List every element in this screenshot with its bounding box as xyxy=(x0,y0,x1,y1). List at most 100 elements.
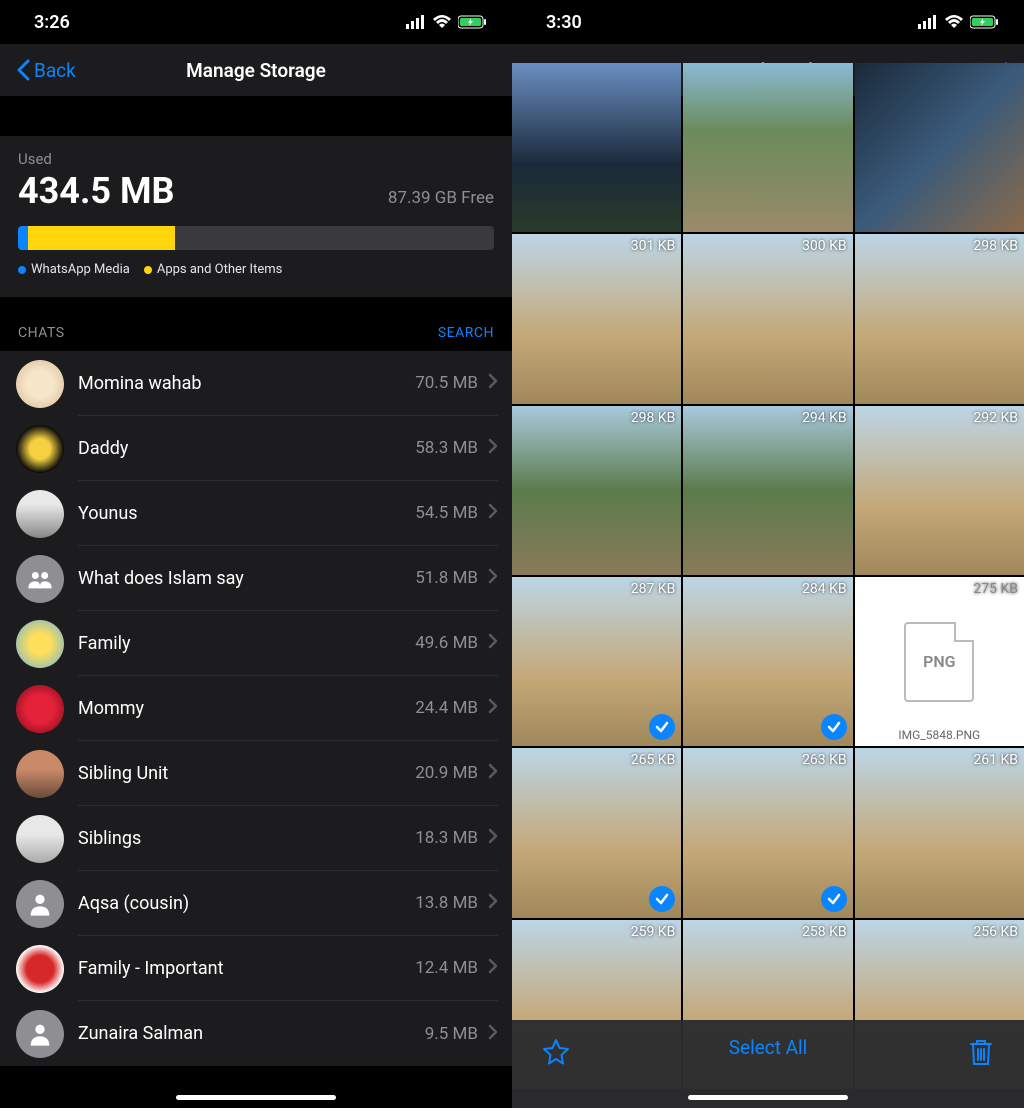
chat-row[interactable]: Family - Important 12.4 MB xyxy=(0,936,512,1001)
status-bar: 3:30 xyxy=(512,0,1024,44)
nav-bar: Back Manage Storage xyxy=(0,44,512,96)
avatar xyxy=(16,685,64,733)
legend-item-whatsapp: WhatsApp Media xyxy=(18,262,130,277)
chat-name: Momina wahab xyxy=(78,373,201,394)
back-button[interactable]: Back xyxy=(16,59,76,82)
chat-size: 24.4 MB xyxy=(415,698,478,718)
legend: WhatsApp Media Apps and Other Items xyxy=(18,262,494,277)
chevron-right-icon xyxy=(488,763,498,783)
chat-name: Aqsa (cousin) xyxy=(78,893,189,914)
avatar xyxy=(16,620,64,668)
avatar xyxy=(16,1010,64,1058)
chevron-right-icon xyxy=(488,1024,498,1044)
used-value: 434.5 MB xyxy=(18,170,175,212)
avatar xyxy=(16,880,64,928)
tile-size: 298 KB xyxy=(631,410,676,426)
avatar xyxy=(16,490,64,538)
chat-name: What does Islam say xyxy=(78,568,244,589)
chevron-right-icon xyxy=(488,828,498,848)
chat-size: 18.3 MB xyxy=(415,828,478,848)
media-tile[interactable]: PNG IMG_5848.PNG 275 KB xyxy=(855,577,1024,746)
chat-name: Sibling Unit xyxy=(78,763,168,784)
chat-row[interactable]: Zunaira Salman 9.5 MB xyxy=(0,1001,512,1066)
chat-size: 51.8 MB xyxy=(415,568,478,588)
selected-check-icon xyxy=(649,886,675,912)
media-tile[interactable]: 265 KB xyxy=(512,748,681,917)
media-tile[interactable]: 298 KB xyxy=(512,406,681,575)
tile-size: 258 KB xyxy=(802,924,847,940)
star-button[interactable] xyxy=(542,1038,570,1070)
select-all-button[interactable]: Select All xyxy=(729,1036,808,1059)
chevron-right-icon xyxy=(488,503,498,523)
chat-list[interactable]: Momina wahab70.5 MBDaddy58.3 MB Younus 54.… xyxy=(0,351,512,1066)
chevron-right-icon xyxy=(488,893,498,913)
chats-section-header: CHATS SEARCH xyxy=(0,297,512,351)
tile-filename: IMG_5848.PNG xyxy=(855,728,1024,742)
chat-size: 49.6 MB xyxy=(415,633,478,653)
media-tile[interactable] xyxy=(512,63,681,232)
back-label: Back xyxy=(34,59,76,82)
tile-size: 263 KB xyxy=(802,752,847,768)
media-tile[interactable]: 298 KB xyxy=(855,234,1024,403)
media-tile[interactable]: 294 KB xyxy=(683,406,852,575)
media-grid[interactable]: 301 KB 300 KB 298 KB 298 KB 294 KB 292 KB 287 … xyxy=(512,63,1024,1089)
tile-size: 275 KB xyxy=(973,581,1018,597)
file-type-icon: PNG xyxy=(904,622,974,702)
chat-row[interactable]: What does Islam say 51.8 MB xyxy=(0,546,512,611)
chat-size: 12.4 MB xyxy=(415,958,478,978)
selected-check-icon xyxy=(649,714,675,740)
media-tile[interactable]: 261 KB xyxy=(855,748,1024,917)
media-tile[interactable]: 292 KB xyxy=(855,406,1024,575)
legend-item-apps: Apps and Other Items xyxy=(144,262,283,277)
section-title: CHATS xyxy=(18,325,65,341)
media-tile[interactable]: 284 KB xyxy=(683,577,852,746)
chat-row[interactable]: Daddy58.3 MB xyxy=(0,416,512,481)
tile-size: 284 KB xyxy=(802,581,847,597)
trash-icon xyxy=(968,1038,994,1066)
chevron-right-icon xyxy=(488,958,498,978)
cellular-icon xyxy=(918,15,938,29)
chat-size: 54.5 MB xyxy=(415,503,478,523)
chat-row[interactable]: Family49.6 MB xyxy=(0,611,512,676)
tile-size: 298 KB xyxy=(973,238,1018,254)
media-tile[interactable] xyxy=(855,63,1024,232)
tile-size: 300 KB xyxy=(802,238,847,254)
free-value: 87.39 GB Free xyxy=(388,188,494,208)
media-tile[interactable]: 263 KB xyxy=(683,748,852,917)
media-tile[interactable] xyxy=(683,63,852,232)
selected-check-icon xyxy=(821,886,847,912)
avatar xyxy=(16,360,64,408)
chat-row[interactable]: Siblings18.3 MB xyxy=(0,806,512,871)
media-tile[interactable]: 287 KB xyxy=(512,577,681,746)
home-indicator[interactable] xyxy=(176,1095,336,1100)
chat-size: 13.8 MB xyxy=(415,893,478,913)
chevron-right-icon xyxy=(488,373,498,393)
chat-row[interactable]: Younus 54.5 MB xyxy=(0,481,512,546)
avatar xyxy=(16,815,64,863)
manage-storage-screen: 3:26 Back Manage Storage Used 434.5 MB 8… xyxy=(0,0,512,1108)
progress-segment-whatsapp xyxy=(18,226,28,250)
delete-button[interactable] xyxy=(968,1038,994,1070)
tile-size: 256 KB xyxy=(973,924,1018,940)
chat-name: Younus xyxy=(78,503,138,524)
chat-row[interactable]: Sibling Unit20.9 MB xyxy=(0,741,512,806)
tile-size: 294 KB xyxy=(802,410,847,426)
chat-row[interactable]: Mommy24.4 MB xyxy=(0,676,512,741)
star-icon xyxy=(542,1038,570,1066)
avatar xyxy=(16,555,64,603)
chat-name: Family - Important xyxy=(78,958,224,979)
chat-name: Zunaira Salman xyxy=(78,1023,203,1044)
progress-segment-apps xyxy=(28,226,176,250)
chat-size: 9.5 MB xyxy=(425,1024,478,1044)
chevron-right-icon xyxy=(488,568,498,588)
chat-row[interactable]: Aqsa (cousin) 13.8 MB xyxy=(0,871,512,936)
search-button[interactable]: SEARCH xyxy=(438,325,494,341)
wifi-icon xyxy=(432,15,452,29)
media-tile[interactable]: 300 KB xyxy=(683,234,852,403)
media-tile[interactable]: 301 KB xyxy=(512,234,681,403)
chat-row[interactable]: Momina wahab70.5 MB xyxy=(0,351,512,416)
home-indicator[interactable] xyxy=(688,1095,848,1100)
selected-check-icon xyxy=(821,714,847,740)
chevron-right-icon xyxy=(488,633,498,653)
status-time: 3:26 xyxy=(34,12,70,33)
